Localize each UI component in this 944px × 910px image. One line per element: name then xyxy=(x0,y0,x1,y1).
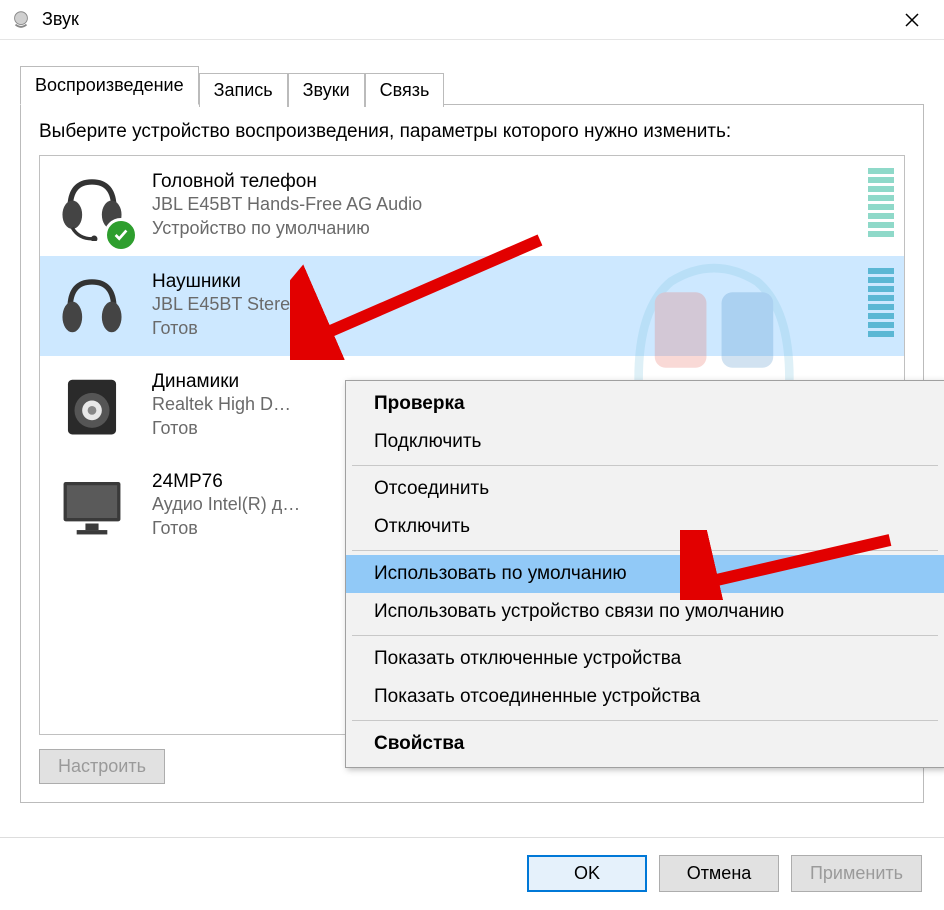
device-sub2: Готов xyxy=(152,317,300,340)
menu-item-properties[interactable]: Свойства xyxy=(346,725,944,763)
menu-item-show-disabled[interactable]: Показать отключенные устройства xyxy=(346,640,944,678)
footer-divider xyxy=(0,837,944,838)
menu-item-set-default[interactable]: Использовать по умолчанию xyxy=(346,555,944,593)
sound-app-icon xyxy=(10,9,32,31)
menu-item-show-disconnected[interactable]: Показать отсоединенные устройства xyxy=(346,678,944,716)
close-button[interactable] xyxy=(889,5,934,35)
sound-dialog: Звук Воспроизведение Запись Звуки Связь … xyxy=(0,0,944,910)
level-meter xyxy=(868,168,894,244)
context-menu: Проверка Подключить Отсоединить Отключит… xyxy=(345,380,944,768)
device-text: 24MP76 Аудио Intel(R) д… Готов xyxy=(152,471,300,540)
device-name: Головной телефон xyxy=(152,171,422,193)
device-sub2: Готов xyxy=(152,517,300,540)
menu-separator xyxy=(352,550,938,551)
menu-separator xyxy=(352,720,938,721)
menu-separator xyxy=(352,635,938,636)
device-text: Динамики Realtek High D… Готов xyxy=(152,371,291,440)
footer-buttons: OK Отмена Применить xyxy=(527,855,922,892)
device-sub1: JBL E45BT Stereo xyxy=(152,293,300,316)
headset-icon xyxy=(52,166,132,246)
tab-recording[interactable]: Запись xyxy=(199,73,288,107)
tab-communications[interactable]: Связь xyxy=(365,73,445,107)
device-text: Наушники JBL E45BT Stereo Готов xyxy=(152,271,300,340)
device-name: Динамики xyxy=(152,371,291,393)
device-text: Головной телефон JBL E45BT Hands-Free AG… xyxy=(152,171,422,240)
device-name: Наушники xyxy=(152,271,300,293)
tab-playback[interactable]: Воспроизведение xyxy=(20,66,199,105)
default-check-icon xyxy=(104,218,138,252)
speaker-icon xyxy=(52,366,132,446)
menu-item-connect[interactable]: Подключить xyxy=(346,423,944,461)
level-meter xyxy=(868,268,894,344)
configure-button[interactable]: Настроить xyxy=(39,749,165,784)
device-sub2: Устройство по умолчанию xyxy=(152,217,422,240)
window-title: Звук xyxy=(42,9,79,30)
tab-strip: Воспроизведение Запись Звуки Связь xyxy=(20,65,924,105)
device-sub1: Аудио Intel(R) д… xyxy=(152,493,300,516)
device-item[interactable]: Головной телефон JBL E45BT Hands-Free AG… xyxy=(40,156,904,256)
menu-item-set-default-comm[interactable]: Использовать устройство связи по умолчан… xyxy=(346,593,944,631)
device-item[interactable]: Наушники JBL E45BT Stereo Готов xyxy=(40,256,904,356)
apply-button[interactable]: Применить xyxy=(791,855,922,892)
tab-sounds[interactable]: Звуки xyxy=(288,73,365,107)
cancel-button[interactable]: Отмена xyxy=(659,855,779,892)
menu-item-disable[interactable]: Отключить xyxy=(346,508,944,546)
ok-button[interactable]: OK xyxy=(527,855,647,892)
menu-separator xyxy=(352,465,938,466)
device-sub2: Готов xyxy=(152,417,291,440)
device-sub1: Realtek High D… xyxy=(152,393,291,416)
menu-item-disconnect[interactable]: Отсоединить xyxy=(346,470,944,508)
titlebar: Звук xyxy=(0,0,944,40)
device-sub1: JBL E45BT Hands-Free AG Audio xyxy=(152,193,422,216)
device-name: 24MP76 xyxy=(152,471,300,493)
instruction-text: Выберите устройство воспроизведения, пар… xyxy=(39,119,905,145)
menu-item-test[interactable]: Проверка xyxy=(346,385,944,423)
headphones-icon xyxy=(52,266,132,346)
monitor-icon xyxy=(52,466,132,546)
